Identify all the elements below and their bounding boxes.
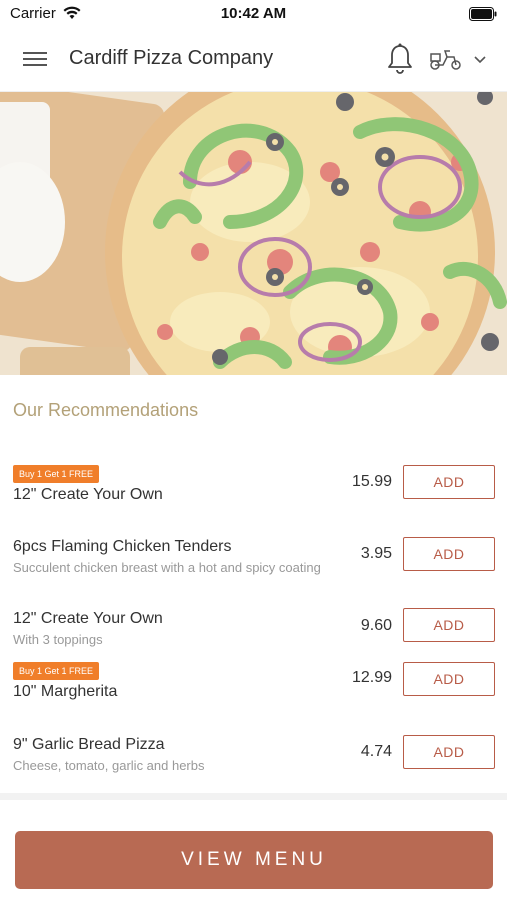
promo-badge: Buy 1 Get 1 FREE bbox=[13, 465, 100, 483]
chevron-down-icon[interactable] bbox=[470, 50, 490, 68]
add-button[interactable]: ADD bbox=[403, 735, 495, 769]
item-price: 12.99 bbox=[351, 669, 392, 686]
item-price: 9.60 bbox=[360, 617, 392, 634]
section-divider bbox=[0, 793, 507, 800]
item-name: 6pcs Flaming Chicken Tenders bbox=[13, 538, 232, 555]
item-name: 10" Margherita bbox=[13, 683, 118, 700]
app-header: Cardiff Pizza Company bbox=[0, 28, 507, 92]
item-price: 15.99 bbox=[351, 473, 392, 490]
bell-icon[interactable] bbox=[385, 42, 415, 76]
scooter-delivery-icon[interactable] bbox=[428, 46, 464, 72]
view-menu-button[interactable]: VIEW MENU bbox=[15, 831, 493, 889]
item-price: 4.74 bbox=[360, 743, 392, 760]
battery-icon bbox=[469, 7, 497, 21]
item-description: With 3 toppings bbox=[13, 632, 103, 647]
item-description: Succulent chicken breast with a hot and … bbox=[13, 560, 321, 575]
item-description: Cheese, tomato, garlic and herbs bbox=[13, 758, 205, 773]
add-button[interactable]: ADD bbox=[403, 662, 495, 696]
recommendations-title: Our Recommendations bbox=[13, 400, 199, 420]
add-button[interactable]: ADD bbox=[403, 537, 495, 571]
add-button[interactable]: ADD bbox=[403, 608, 495, 642]
status-time: 10:42 AM bbox=[220, 5, 287, 22]
restaurant-title: Cardiff Pizza Company bbox=[69, 47, 274, 69]
add-button[interactable]: ADD bbox=[403, 465, 495, 499]
status-bar: Carrier 10:42 AM bbox=[0, 0, 507, 28]
item-name: 9" Garlic Bread Pizza bbox=[13, 736, 165, 753]
hamburger-menu-icon[interactable] bbox=[20, 48, 50, 72]
item-price: 3.95 bbox=[360, 545, 392, 562]
pizza-hero-image bbox=[0, 92, 507, 375]
promo-badge: Buy 1 Get 1 FREE bbox=[13, 662, 100, 680]
item-name: 12" Create Your Own bbox=[13, 610, 163, 627]
item-name: 12" Create Your Own bbox=[13, 486, 163, 503]
